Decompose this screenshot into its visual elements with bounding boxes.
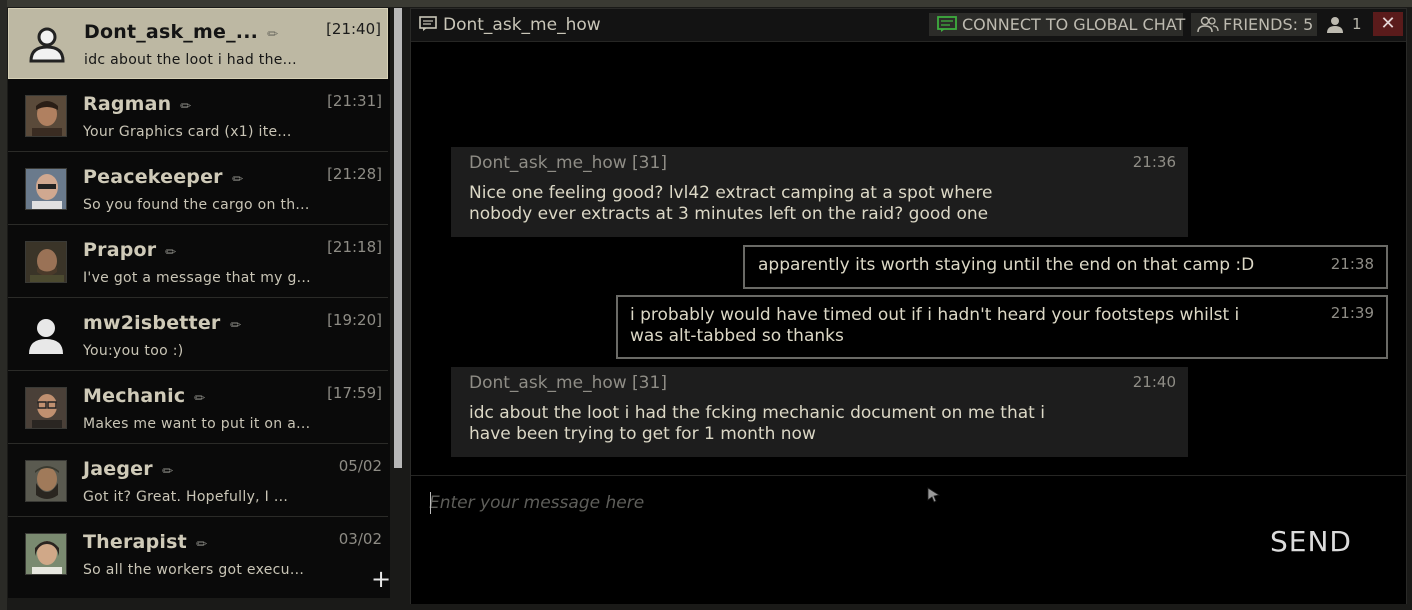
pin-icon[interactable]: ✎ (229, 170, 247, 188)
message-input[interactable] (429, 490, 1229, 516)
send-button[interactable]: SEND (1251, 522, 1371, 562)
pin-icon[interactable]: ✎ (193, 535, 211, 553)
message-time: 21:38 (1330, 255, 1374, 273)
message-text-line: apparently its worth staying until the e… (758, 255, 1255, 275)
dialog-name: Dont_ask_me_... ✎ (84, 21, 283, 44)
peacekeeper-portrait (25, 168, 67, 210)
dialog-name: Ragman ✎ (83, 93, 197, 116)
person-silhouette-icon (25, 314, 67, 356)
dialog-time: 05/02 (338, 457, 382, 475)
chat-bubble-icon (419, 16, 437, 31)
text-cursor (430, 492, 431, 514)
message-time: 21:40 (1132, 373, 1176, 391)
add-dialog-button[interactable]: + (370, 567, 392, 591)
person-silhouette-icon (26, 23, 68, 65)
dialog-preview: I've got a message that my g... (83, 270, 311, 286)
chat-title: Dont_ask_me_how (443, 15, 601, 35)
message-text-line: have been trying to get for 1 month now (469, 424, 816, 444)
dialog-item-mw2isbetter[interactable]: mw2isbetter ✎ [19:20] You:you too :) (8, 300, 388, 371)
pin-icon[interactable]: ✎ (192, 389, 210, 407)
mechanic-portrait (25, 387, 67, 429)
message-outgoing: 21:39 i probably would have timed out if… (616, 295, 1388, 359)
ragman-portrait (25, 95, 67, 137)
dialog-name: Mechanic ✎ (83, 385, 211, 408)
dialog-item-prapor[interactable]: Prapor ✎ [21:18] I've got a message that … (8, 227, 388, 298)
pin-icon[interactable]: ✎ (159, 462, 177, 480)
friends-icon (1197, 16, 1219, 33)
chat-header: Dont_ask_me_how CONNECT TO GLOBAL CHAT F… (411, 9, 1406, 42)
dialog-name: Prapor ✎ (83, 239, 182, 262)
pin-icon[interactable]: ✎ (264, 25, 282, 43)
dialog-time: [19:20] (327, 311, 382, 329)
pin-icon[interactable]: ✎ (178, 97, 196, 115)
dialog-time: [17:59] (327, 384, 382, 402)
message-author: Dont_ask_me_how [31] (469, 153, 667, 173)
chat-panel: Dont_ask_me_how CONNECT TO GLOBAL CHAT F… (410, 8, 1407, 604)
message-incoming: Dont_ask_me_how [31] 21:40 idc about the… (451, 367, 1188, 457)
dialog-item-ragman[interactable]: Ragman ✎ [21:31] Your Graphics card (x1) … (8, 81, 388, 152)
dialog-preview: idc about the loot i had the... (84, 52, 297, 68)
window-top-border (0, 0, 1412, 7)
person-icon (1327, 17, 1343, 33)
dialog-preview: Your Graphics card (x1) ite... (83, 124, 292, 140)
message-input-area: SEND (411, 475, 1406, 604)
dialog-preview: Makes me want to put it on a... (83, 416, 311, 432)
dialog-item-peacekeeper[interactable]: Peacekeeper ✎ [21:28] So you found the ca… (8, 154, 388, 225)
dialog-name: Peacekeeper ✎ (83, 166, 248, 189)
message-text-line: nobody ever extracts at 3 minutes left o… (469, 204, 989, 224)
message-incoming: Dont_ask_me_how [31] 21:36 Nice one feel… (451, 147, 1188, 237)
message-author: Dont_ask_me_how [31] (469, 373, 667, 393)
dialog-preview: Got it? Great. Hopefully, I ... (83, 489, 289, 505)
dialog-name: mw2isbetter ✎ (83, 312, 246, 335)
dialog-list-scrollbar[interactable] (394, 8, 402, 468)
pin-icon[interactable]: ✎ (163, 243, 181, 261)
dialog-time: [21:40] (326, 20, 381, 38)
dialog-time: [21:18] (327, 238, 382, 256)
message-text-line: idc about the loot i had the fcking mech… (469, 403, 1045, 423)
dialog-time: 03/02 (338, 530, 382, 548)
jaeger-portrait (25, 460, 67, 502)
dialog-time: [21:31] (327, 92, 382, 110)
window-left-border (0, 0, 7, 610)
dialog-item-dont-ask-me-how[interactable]: Dont_ask_me_... ✎ [21:40] idc about the l… (8, 8, 388, 79)
prapor-portrait (25, 241, 67, 283)
dialog-item-jaeger[interactable]: Jaeger ✎ 05/02 Got it? Great. Hopefully, … (8, 446, 388, 517)
dialog-item-mechanic[interactable]: Mechanic ✎ [17:59] Makes me want to put i… (8, 373, 388, 444)
dialog-preview: So you found the cargo on th... (83, 197, 310, 213)
global-chat-label: CONNECT TO GLOBAL CHAT (962, 15, 1186, 34)
dialog-time: [21:28] (327, 165, 382, 183)
close-button[interactable]: ✕ (1373, 12, 1403, 36)
dialog-item-therapist[interactable]: Therapist ✎ 03/02 So all the workers got … (8, 519, 388, 590)
pin-icon[interactable]: ✎ (227, 316, 245, 334)
message-text-line: was alt-tabbed so thanks (630, 326, 844, 346)
participants-number: 1 (1352, 15, 1362, 33)
global-chat-icon (937, 16, 957, 32)
message-text-line: Nice one feeling good? lvl42 extract cam… (469, 183, 993, 203)
friends-label: FRIENDS: 5 (1223, 15, 1314, 34)
connect-global-chat-button[interactable]: CONNECT TO GLOBAL CHAT (929, 13, 1186, 36)
dialog-name: Jaeger ✎ (83, 458, 178, 481)
message-time: 21:39 (1330, 304, 1374, 322)
therapist-portrait (25, 533, 67, 575)
dialog-list: Dont_ask_me_... ✎ [21:40] idc about the l… (8, 8, 390, 598)
message-outgoing: 21:38 apparently its worth staying until… (743, 245, 1388, 289)
dialog-name: Therapist ✎ (83, 531, 212, 554)
mouse-pointer-icon (927, 487, 941, 503)
message-time: 21:36 (1132, 153, 1176, 171)
dialog-preview: So all the workers got execu... (83, 562, 305, 578)
dialog-preview: You:you too :) (83, 343, 184, 359)
message-text-line: i probably would have timed out if i had… (630, 305, 1240, 325)
friends-button[interactable]: FRIENDS: 5 (1191, 13, 1317, 36)
